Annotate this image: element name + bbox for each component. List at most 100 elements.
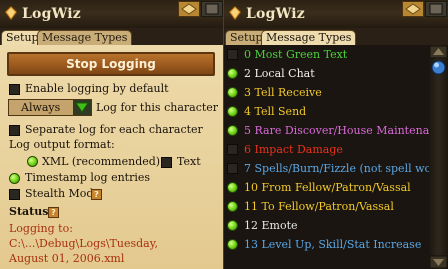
message-type-checkbox[interactable] [227,68,238,79]
stealth-mode-label: Stealth Mode [25,187,100,200]
logging-mode-dropdown[interactable]: Always [8,99,92,116]
message-type-name: Rare Discover/House Maintenance [254,124,448,137]
list-item[interactable]: 5 Rare Discover/House Maintenance [224,121,448,140]
message-type-label: 0 Most Green Text [244,48,347,61]
message-type-number: 2 [244,67,251,80]
title-bar[interactable]: LogWiz [224,0,448,28]
message-type-checkbox[interactable] [227,182,238,193]
message-type-number: 11 [244,200,258,213]
message-type-number: 0 [244,48,251,61]
list-item[interactable]: 4 Tell Send [224,102,429,121]
message-type-name: Impact Damage [254,143,343,156]
message-type-label: 2 Local Chat [244,67,315,80]
stealth-mode-checkbox[interactable] [9,189,20,200]
message-type-name: From Fellow/Patron/Vassal [261,181,411,194]
logwiz-setup-panel: LogWiz Setup Message Types Stop Logging … [0,0,224,269]
scroll-down-icon[interactable] [429,255,448,269]
message-type-checkbox[interactable] [227,49,238,60]
stealth-help-icon[interactable]: ? [91,189,102,200]
message-type-checkbox[interactable] [227,125,238,136]
list-item[interactable]: 7 Spells/Burn/Fizzle (not spell words) [224,159,448,178]
chevron-down-icon[interactable] [73,100,91,115]
status-help-icon[interactable]: ? [48,207,59,218]
title-bar[interactable]: LogWiz [0,0,223,28]
message-type-number: 5 [244,124,251,137]
dropdown-value: Always [21,101,61,114]
message-type-number: 6 [244,143,251,156]
message-type-checkbox[interactable] [227,239,238,250]
message-type-label: 12 Emote [244,219,298,232]
tab-strip: Setup Message Types [224,28,448,45]
list-item[interactable]: 13 Level Up, Skill/Stat Increase [224,235,429,254]
list-item[interactable]: 3 Tell Receive [224,83,429,102]
log-character-label: Log for this character [96,101,219,114]
separate-log-label: Separate log for each character [25,123,203,136]
separate-log-checkbox[interactable] [9,125,20,136]
timestamp-checkbox[interactable] [9,173,20,184]
close-icon[interactable] [201,1,223,17]
message-type-label: 5 Rare Discover/House Maintenance [244,124,448,137]
message-type-label: 3 Tell Receive [244,86,322,99]
scroll-up-icon[interactable] [429,45,448,59]
gem-icon [5,6,17,20]
message-type-checkbox[interactable] [227,163,238,174]
list-item[interactable]: 6 Impact Damage [224,140,429,159]
stop-logging-button[interactable]: Stop Logging [7,52,215,76]
enable-logging-checkbox[interactable] [9,84,20,95]
window-title: LogWiz [246,6,305,22]
minimize-icon[interactable] [178,1,200,17]
message-type-checkbox[interactable] [227,87,238,98]
message-type-name: Tell Send [254,105,307,118]
message-type-number: 10 [244,181,258,194]
message-type-label: 7 Spells/Burn/Fizzle (not spell words) [244,162,448,175]
message-type-list: 0 Most Green Text 2 Local Chat 3 Tell Rece… [224,45,448,254]
message-type-label: 6 Impact Damage [244,143,343,156]
message-type-name: Spells/Burn/Fizzle (not spell words) [254,162,448,175]
status-label: Status [9,205,49,218]
tab-message-types[interactable]: Message Types [261,30,357,45]
message-type-name: To Fellow/Patron/Vassal [261,200,394,213]
tab-message-types[interactable]: Message Types [37,30,133,45]
message-type-name: Local Chat [254,67,315,80]
status-line-1: Logging to: C:\...\Debug\Logs\Tuesday, [9,222,158,250]
message-type-number: 13 [244,238,258,251]
list-item[interactable]: 2 Local Chat [224,64,429,83]
list-item[interactable]: 10 From Fellow/Patron/Vassal [224,178,429,197]
message-type-name: Tell Receive [254,86,322,99]
enable-logging-label: Enable logging by default [25,82,169,95]
list-item[interactable]: 11 To Fellow/Patron/Vassal [224,197,429,216]
gem-icon [229,6,241,20]
message-type-number: 12 [244,219,258,232]
scroll-thumb[interactable] [431,60,446,75]
message-type-checkbox[interactable] [227,106,238,117]
scrollbar[interactable] [429,45,448,269]
list-item[interactable]: 12 Emote [224,216,429,235]
text-radio[interactable] [161,157,172,168]
tab-strip: Setup Message Types [0,28,223,45]
status-line-2: August 01, 2006.xml [9,252,125,265]
logwiz-message-types-panel: LogWiz Setup Message Types 0 Most Green … [224,0,448,269]
message-type-label: 10 From Fellow/Patron/Vassal [244,181,411,194]
output-format-label: Log output format: [9,138,115,151]
message-type-number: 7 [244,162,251,175]
message-type-checkbox[interactable] [227,220,238,231]
timestamp-label: Timestamp log entries [25,171,151,184]
xml-label: XML (recommended) [42,155,161,168]
message-type-label: 4 Tell Send [244,105,306,118]
window-title: LogWiz [22,6,81,22]
message-type-name: Most Green Text [254,48,348,61]
message-type-number: 4 [244,105,251,118]
list-item[interactable]: 0 Most Green Text [224,45,429,64]
message-type-name: Level Up, Skill/Stat Increase [261,238,422,251]
message-type-checkbox[interactable] [227,144,238,155]
xml-radio[interactable] [27,156,38,167]
text-label: Text [177,155,201,168]
message-type-label: 11 To Fellow/Patron/Vassal [244,200,394,213]
status-text: Logging to: C:\...\Debug\Logs\Tuesday, A… [9,221,219,266]
message-type-name: Emote [261,219,298,232]
message-type-number: 3 [244,86,251,99]
message-type-label: 13 Level Up, Skill/Stat Increase [244,238,421,251]
message-type-checkbox[interactable] [227,201,238,212]
minimize-icon[interactable] [402,1,424,17]
close-icon[interactable] [425,1,447,17]
